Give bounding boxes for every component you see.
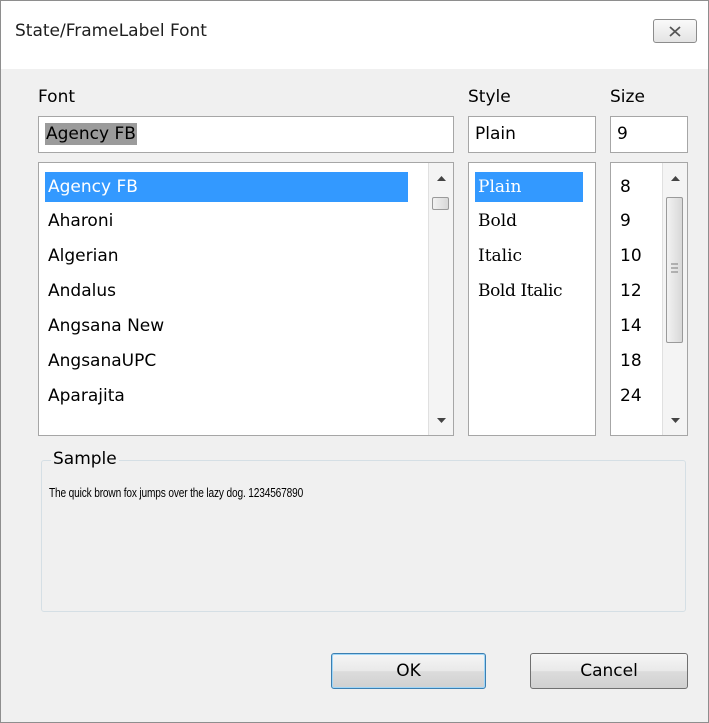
font-list-scrollbar[interactable]	[428, 163, 453, 435]
size-list-item[interactable]: 12	[617, 276, 657, 306]
style-list-item[interactable]: Bold Italic	[475, 276, 593, 306]
window-title: State/FrameLabel Font	[15, 21, 207, 41]
size-list-item[interactable]: 8	[617, 172, 657, 202]
grip-icon	[671, 263, 678, 273]
font-list-item[interactable]: Algerian	[45, 241, 408, 271]
size-list-item[interactable]: 10	[617, 241, 657, 271]
font-list-item[interactable]: AngsanaUPC	[45, 346, 408, 376]
sample-label: Sample	[51, 449, 119, 469]
size-list-item[interactable]: 18	[617, 346, 657, 376]
font-dialog: State/FrameLabel Font Font Agency FB Age…	[0, 0, 709, 723]
scroll-up-arrow-icon	[670, 175, 680, 181]
style-list-item[interactable]: Italic	[475, 241, 587, 271]
size-list-item[interactable]: 14	[617, 311, 657, 341]
size-input[interactable]: 9	[610, 116, 688, 153]
ok-button[interactable]: OK	[331, 653, 486, 689]
size-list-scrollbar[interactable]	[662, 163, 687, 435]
size-label: Size	[610, 87, 645, 107]
close-icon	[669, 25, 681, 37]
sample-group	[41, 460, 686, 612]
scroll-down-button[interactable]	[429, 409, 453, 431]
style-input[interactable]: Plain	[468, 116, 596, 153]
scroll-up-button[interactable]	[429, 167, 453, 189]
size-list-item[interactable]: 9	[617, 206, 657, 236]
cancel-button[interactable]: Cancel	[530, 653, 688, 689]
size-list-item[interactable]: 24	[617, 381, 657, 411]
font-list-item[interactable]: Angsana New	[45, 311, 408, 341]
font-list-item[interactable]: Aparajita	[45, 381, 408, 411]
style-list-item[interactable]: Bold	[475, 206, 587, 236]
size-list[interactable]: 8 9 10 12 14 18 24	[610, 162, 688, 436]
sample-preview-text: The quick brown fox jumps over the lazy …	[49, 485, 304, 500]
style-list-item[interactable]: Plain	[475, 172, 583, 202]
font-list-item[interactable]: Agency FB	[45, 172, 408, 202]
font-name-value: Agency FB	[45, 123, 137, 145]
dialog-body: Font Agency FB Agency FB Aharoni Algeria…	[1, 69, 708, 722]
font-list-scroll-thumb[interactable]	[432, 197, 449, 210]
font-list-item[interactable]: Andalus	[45, 276, 408, 306]
title-bar: State/FrameLabel Font	[1, 1, 708, 69]
font-name-input[interactable]: Agency FB	[38, 116, 454, 153]
scroll-down-arrow-icon	[436, 417, 446, 423]
scroll-down-arrow-icon	[670, 417, 680, 423]
scroll-up-arrow-icon	[436, 175, 446, 181]
font-list-item[interactable]: Aharoni	[45, 206, 408, 236]
scroll-down-button[interactable]	[663, 409, 687, 431]
size-list-scroll-thumb[interactable]	[666, 197, 683, 343]
scroll-up-button[interactable]	[663, 167, 687, 189]
close-button[interactable]	[653, 19, 697, 43]
font-label: Font	[38, 87, 76, 107]
font-list[interactable]: Agency FB Aharoni Algerian Andalus Angsa…	[38, 162, 454, 436]
style-label: Style	[468, 87, 511, 107]
style-list[interactable]: Plain Bold Italic Bold Italic	[468, 162, 596, 436]
